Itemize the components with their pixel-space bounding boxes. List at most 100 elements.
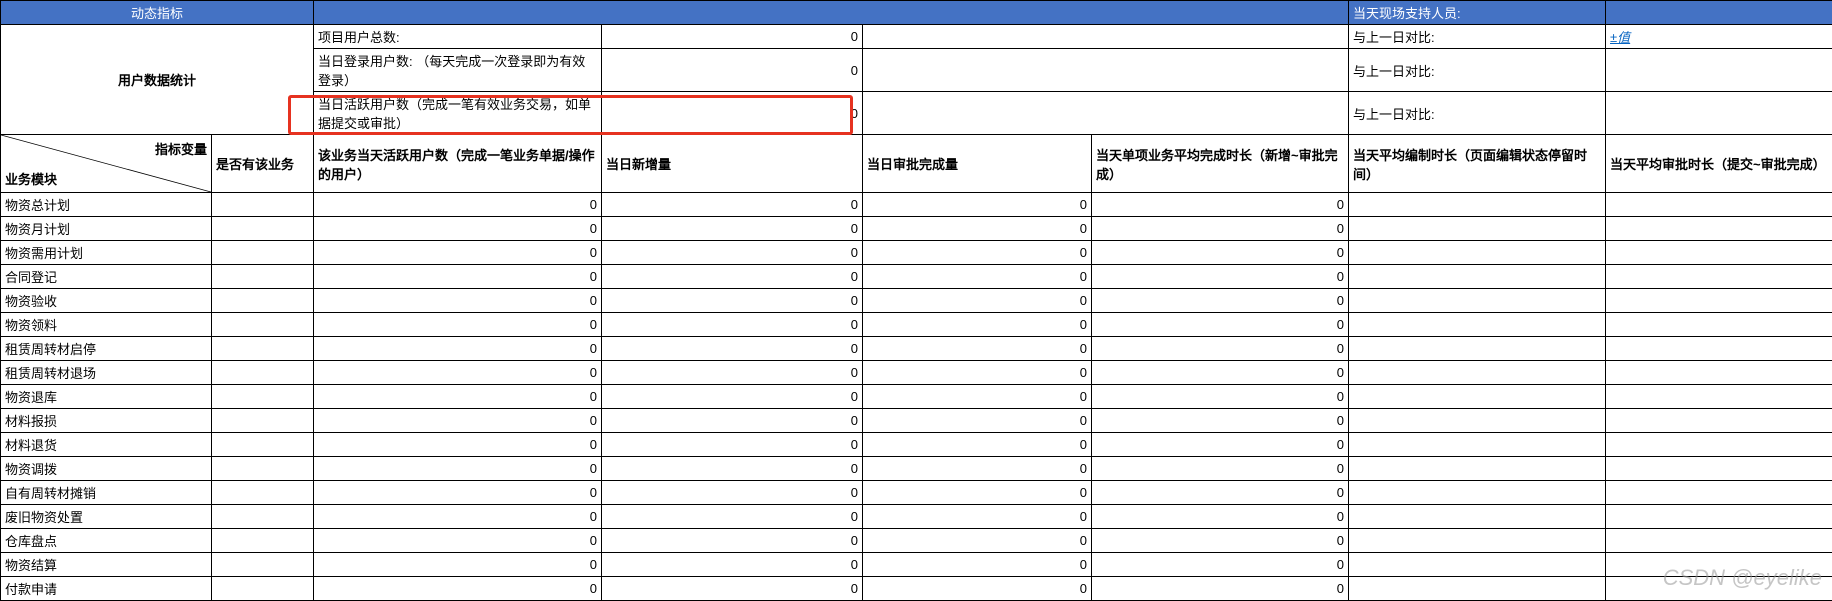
row-has — [212, 361, 314, 385]
table-row: 物资结算0000 — [1, 553, 1832, 577]
row-v5: 0 — [863, 457, 1092, 481]
row-v6: 0 — [1092, 217, 1349, 241]
row-has — [212, 457, 314, 481]
row-name: 材料报损 — [1, 409, 212, 433]
row-v4: 0 — [602, 577, 863, 601]
row-has — [212, 193, 314, 217]
table-row: 合同登记0000 — [1, 265, 1832, 289]
row-v6: 0 — [1092, 529, 1349, 553]
table-row: 物资验收0000 — [1, 289, 1832, 313]
table-row: 租赁周转材退场0000 — [1, 361, 1832, 385]
row-v8 — [1606, 337, 1832, 361]
row-name: 租赁周转材启停 — [1, 337, 212, 361]
user-stats-compare-2: 与上一日对比: — [1349, 92, 1606, 135]
row-v7 — [1349, 577, 1606, 601]
row-v7 — [1349, 193, 1606, 217]
row-has — [212, 433, 314, 457]
col-avg-complete: 当天单项业务平均完成时长（新增~审批完成） — [1092, 135, 1349, 193]
row-v6: 0 — [1092, 193, 1349, 217]
row-name: 合同登记 — [1, 265, 212, 289]
row-v3: 0 — [314, 313, 602, 337]
row-v4: 0 — [602, 457, 863, 481]
row-v4: 0 — [602, 529, 863, 553]
row-v8 — [1606, 385, 1832, 409]
row-name: 废旧物资处置 — [1, 505, 212, 529]
user-stats-link-0[interactable]: ±值 — [1610, 30, 1630, 45]
table-row: 废旧物资处置0000 — [1, 505, 1832, 529]
row-v7 — [1349, 241, 1606, 265]
row-has — [212, 217, 314, 241]
row-v4: 0 — [602, 289, 863, 313]
row-name: 物资领料 — [1, 313, 212, 337]
col-diagonal: 指标变量 业务模块 — [1, 135, 212, 193]
col-avg-edit: 当天平均编制时长（页面编辑状态停留时间） — [1349, 135, 1606, 193]
row-has — [212, 337, 314, 361]
row-v7 — [1349, 265, 1606, 289]
row-v4: 0 — [602, 241, 863, 265]
row-v3: 0 — [314, 577, 602, 601]
row-name: 物资需用计划 — [1, 241, 212, 265]
row-v5: 0 — [863, 217, 1092, 241]
row-v8 — [1606, 217, 1832, 241]
row-has — [212, 505, 314, 529]
row-has — [212, 265, 314, 289]
user-stats-link-1 — [1606, 49, 1832, 92]
row-v5: 0 — [863, 289, 1092, 313]
row-v7 — [1349, 481, 1606, 505]
row-v7 — [1349, 457, 1606, 481]
row-v8 — [1606, 553, 1832, 577]
row-v3: 0 — [314, 457, 602, 481]
table-row: 仓库盘点0000 — [1, 529, 1832, 553]
table-row: 材料报损0000 — [1, 409, 1832, 433]
header-dynamic-indicator: 动态指标 — [1, 1, 314, 25]
row-v4: 0 — [602, 217, 863, 241]
row-v6: 0 — [1092, 553, 1349, 577]
row-v3: 0 — [314, 385, 602, 409]
row-v5: 0 — [863, 529, 1092, 553]
row-v7 — [1349, 361, 1606, 385]
row-v4: 0 — [602, 313, 863, 337]
user-stats-blank-0 — [863, 25, 1349, 49]
user-stats-blank-1 — [863, 49, 1349, 92]
row-has — [212, 577, 314, 601]
row-v8 — [1606, 529, 1832, 553]
user-stats-label-1: 当日登录用户数: （每天完成一次登录即为有效登录） — [314, 49, 602, 92]
row-v3: 0 — [314, 505, 602, 529]
row-v6: 0 — [1092, 289, 1349, 313]
user-stats-value-2: 0 — [602, 92, 863, 135]
row-v7 — [1349, 409, 1606, 433]
header-row: 动态指标 当天现场支持人员: — [1, 1, 1832, 25]
row-name: 物资退库 — [1, 385, 212, 409]
row-has — [212, 553, 314, 577]
row-v3: 0 — [314, 553, 602, 577]
row-v3: 0 — [314, 289, 602, 313]
row-v4: 0 — [602, 265, 863, 289]
row-v7 — [1349, 553, 1606, 577]
col-active-users: 该业务当天活跃用户数（完成一笔业务单据/操作的用户） — [314, 135, 602, 193]
row-v8 — [1606, 265, 1832, 289]
user-stats-label-0: 项目用户总数: — [314, 25, 602, 49]
row-v3: 0 — [314, 193, 602, 217]
col-new-count: 当日新增量 — [602, 135, 863, 193]
header-blank2 — [1606, 1, 1832, 25]
row-v5: 0 — [863, 577, 1092, 601]
row-has — [212, 385, 314, 409]
row-v4: 0 — [602, 553, 863, 577]
row-v4: 0 — [602, 433, 863, 457]
row-v8 — [1606, 433, 1832, 457]
row-name: 物资总计划 — [1, 193, 212, 217]
row-v6: 0 — [1092, 313, 1349, 337]
row-v6: 0 — [1092, 385, 1349, 409]
row-v4: 0 — [602, 385, 863, 409]
row-name: 物资调拨 — [1, 457, 212, 481]
col-diag-top: 指标变量 — [155, 139, 207, 158]
row-v5: 0 — [863, 553, 1092, 577]
row-has — [212, 529, 314, 553]
row-v8 — [1606, 481, 1832, 505]
row-v7 — [1349, 385, 1606, 409]
row-v6: 0 — [1092, 481, 1349, 505]
row-v6: 0 — [1092, 433, 1349, 457]
col-approve-count: 当日审批完成量 — [863, 135, 1092, 193]
row-has — [212, 481, 314, 505]
row-v4: 0 — [602, 361, 863, 385]
